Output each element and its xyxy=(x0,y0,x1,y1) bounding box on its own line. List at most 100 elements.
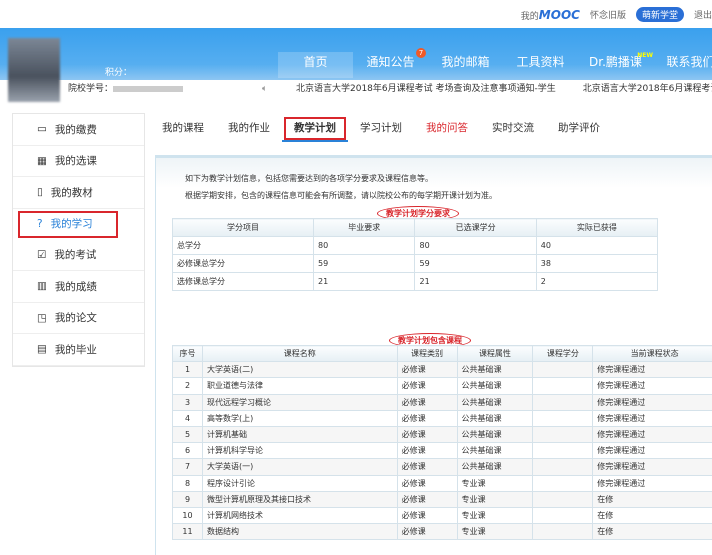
table-cell: 修完课程通过 xyxy=(593,443,712,459)
table-cell: 21 xyxy=(415,273,536,291)
table-row: 4高等数学(上)必修课公共基础课修完课程通过 xyxy=(173,410,712,426)
table-row: 10计算机网络技术必修课专业课在修 xyxy=(173,507,712,523)
column-header: 实际已获得 xyxy=(536,219,657,237)
header-banner: 积分： 首页 通知公告7 我的邮箱 工具资料 Dr.鹏播课NEW 联系我们 xyxy=(0,28,712,80)
column-header: 当前课程状态 xyxy=(593,346,712,362)
table-cell: 公共基础课 xyxy=(457,394,533,410)
intro-line: 如下为教学计划信息，包括您需要达到的各项学分要求及课程信息等。 xyxy=(185,170,497,187)
intro-line: 根据学期安排，包含的课程信息可能会有所调整，请以院校公布的每学期开课计划为准。 xyxy=(185,187,497,204)
sidebar-item-label: 我的学习 xyxy=(51,216,93,231)
sidebar-item-label: 我的教材 xyxy=(51,185,93,200)
table-cell: 8 xyxy=(173,475,203,491)
header-row: 学分项目毕业要求已选课学分实际已获得 xyxy=(173,219,658,237)
tab[interactable]: 教学计划 xyxy=(282,115,348,142)
notice-marquee[interactable]: 北京语言大学2018年6月课程考试 考场查询及注意事项通知-学生 北京语言大学2… xyxy=(296,80,712,98)
table-cell xyxy=(533,410,593,426)
nav-dr-course[interactable]: Dr.鹏播课NEW xyxy=(578,52,653,78)
sidebar-item-label: 我的考试 xyxy=(54,247,96,262)
table-cell: 总学分 xyxy=(173,237,314,255)
sidebar-item[interactable]: ▥我的成绩 xyxy=(13,271,144,303)
table-cell: 10 xyxy=(173,507,203,523)
table-cell: 40 xyxy=(536,237,657,255)
sidebar-icon: ▯ xyxy=(37,186,43,198)
nav-label: 联系我们 xyxy=(666,55,712,69)
table-row: 2职业道德与法律必修课公共基础课修完课程通过 xyxy=(173,378,712,394)
table-row: 总学分808040 xyxy=(173,237,658,255)
table-cell: 公共基础课 xyxy=(457,426,533,442)
column-header: 课程类别 xyxy=(397,346,457,362)
table-cell: 7 xyxy=(173,459,203,475)
study-hall-button[interactable]: 萌新学堂 xyxy=(636,7,684,22)
table-cell: 2 xyxy=(536,273,657,291)
nav-tools[interactable]: 工具资料 xyxy=(503,52,578,78)
nav-label: 工具资料 xyxy=(516,55,564,69)
tab[interactable]: 学习计划 xyxy=(348,115,414,142)
sidebar-item[interactable]: ▤我的毕业 xyxy=(13,334,144,366)
notice-count-badge: 7 xyxy=(416,48,426,58)
table-cell: 公共基础课 xyxy=(457,362,533,378)
table-cell: 必修课 xyxy=(397,378,457,394)
table-row: 9微型计算机原理及其接口技术必修课专业课在修 xyxy=(173,491,712,507)
tab[interactable]: 我的问答 xyxy=(414,115,480,142)
nav-label: 首页 xyxy=(303,55,327,69)
table-cell: 1 xyxy=(173,362,203,378)
table-cell: 11 xyxy=(173,524,203,540)
table-cell: 修完课程通过 xyxy=(593,459,712,475)
tab[interactable]: 助学评价 xyxy=(546,115,612,142)
nav-mailbox[interactable]: 我的邮箱 xyxy=(428,52,503,78)
sidebar-item[interactable]: ?我的学习 xyxy=(18,211,118,238)
table-cell: 9 xyxy=(173,491,203,507)
table-cell: 计算机科学导论 xyxy=(202,443,397,459)
sidebar-icon: ◳ xyxy=(37,312,47,324)
score-label: 积分： xyxy=(105,65,132,78)
table-cell: 公共基础课 xyxy=(457,443,533,459)
table-cell: 必修课 xyxy=(397,507,457,523)
info-bar: 院校学号： 🔈︎ 北京语言大学2018年6月课程考试 考场查询及注意事项通知-学… xyxy=(0,80,712,100)
sidebar-item[interactable]: ☑我的考试 xyxy=(13,240,144,272)
table-row: 8程序设计引论必修课专业课修完课程通过 xyxy=(173,475,712,491)
table-cell: 公共基础课 xyxy=(457,378,533,394)
sidebar-item[interactable]: ▯ 我的教材 xyxy=(13,177,144,209)
column-header: 课程名称 xyxy=(202,346,397,362)
courses-table: 序号课程名称课程类别课程属性课程学分当前课程状态1大学英语(二)必修课公共基础课… xyxy=(172,345,712,540)
nav-home[interactable]: 首页 xyxy=(278,52,353,78)
main-nav: 首页 通知公告7 我的邮箱 工具资料 Dr.鹏播课NEW 联系我们 xyxy=(278,52,712,78)
sidebar-item-label: 我的缴费 xyxy=(55,122,97,137)
table-cell: 修完课程通过 xyxy=(593,394,712,410)
sidebar-item[interactable]: ▭我的缴费 xyxy=(13,114,144,146)
table-cell: 在修 xyxy=(593,507,712,523)
table-row: 选修课总学分21212 xyxy=(173,273,658,291)
old-version-link[interactable]: 怀念旧版 xyxy=(590,8,626,21)
table-cell xyxy=(533,362,593,378)
table-row: 7大学英语(一)必修课公共基础课修完课程通过 xyxy=(173,459,712,475)
table-cell: 59 xyxy=(314,255,415,273)
sidebar-item-label: 我的选课 xyxy=(55,153,97,168)
table-cell: 3 xyxy=(173,394,203,410)
table-cell: 必修课 xyxy=(397,394,457,410)
table-cell: 59 xyxy=(415,255,536,273)
nav-notices[interactable]: 通知公告7 xyxy=(353,52,428,78)
table-row: 6计算机科学导论必修课公共基础课修完课程通过 xyxy=(173,443,712,459)
tab[interactable]: 我的作业 xyxy=(216,115,282,142)
table-cell: 必修课 xyxy=(397,426,457,442)
table-cell: 程序设计引论 xyxy=(202,475,397,491)
table-cell: 现代远程学习概论 xyxy=(202,394,397,410)
table-cell: 必修课 xyxy=(397,459,457,475)
column-header: 学分项目 xyxy=(173,219,314,237)
my-mooc-link[interactable]: 我的MOOC xyxy=(521,8,580,22)
tab[interactable]: 我的课程 xyxy=(150,115,216,142)
table-cell: 必修课 xyxy=(397,475,457,491)
sidebar-icon: ▥ xyxy=(37,280,47,292)
tab[interactable]: 实时交流 xyxy=(480,115,546,142)
table-cell: 80 xyxy=(415,237,536,255)
sidebar-item[interactable]: ▦我的选课 xyxy=(13,146,144,178)
sidebar-item[interactable]: ◳我的论文 xyxy=(13,303,144,335)
table-row: 必修课总学分595938 xyxy=(173,255,658,273)
column-header: 毕业要求 xyxy=(314,219,415,237)
nav-contact[interactable]: 联系我们 xyxy=(653,52,712,78)
nav-label: Dr.鹏播课 xyxy=(589,55,642,69)
logout-link[interactable]: 退出 xyxy=(694,8,712,21)
table-cell: 修完课程通过 xyxy=(593,410,712,426)
table-cell: 4 xyxy=(173,410,203,426)
header-row: 序号课程名称课程类别课程属性课程学分当前课程状态 xyxy=(173,346,712,362)
